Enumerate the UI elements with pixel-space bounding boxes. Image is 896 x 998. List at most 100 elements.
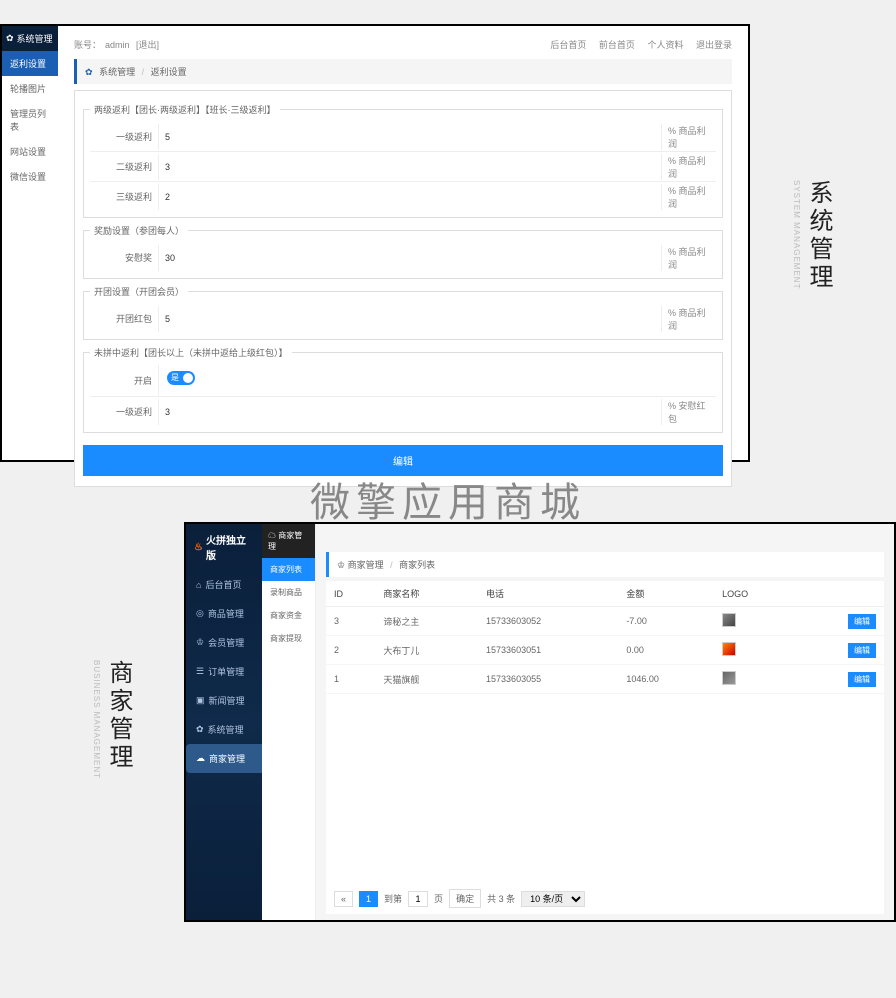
nav-system[interactable]: ✿ 系统管理 — [186, 715, 262, 744]
th-name: 商家名称 — [375, 581, 478, 607]
sidebar-item-carousel[interactable]: 轮播图片 — [2, 76, 58, 101]
td-amount: -7.00 — [618, 607, 714, 636]
panel2-main: ♔ 商家管理 / 商家列表 ID 商家名称 电话 金额 LOGO 3谛秘之主15… — [316, 524, 894, 920]
page-1[interactable]: 1 — [359, 891, 378, 907]
enable-toggle[interactable]: 是 — [167, 371, 195, 385]
form-area: 两级返利【团长·两级返利】【班长·三级返利】 一级返利% 商品利润 二级返利% … — [74, 90, 732, 487]
logo-thumb — [722, 613, 736, 627]
nav-label: 后台首页 — [205, 578, 241, 591]
order-icon: ☰ — [196, 666, 204, 677]
logout-link[interactable]: [退出] — [136, 40, 159, 50]
sidebar-item-rebate[interactable]: 返利设置 — [2, 51, 58, 76]
link-logout[interactable]: 退出登录 — [696, 40, 732, 50]
toggle-cell: 是 — [158, 365, 716, 396]
legend-bonus: 奖励设置（参团每人） — [90, 224, 188, 237]
fieldset-open: 开团设置（开团会员） 开团红包% 商品利润 — [83, 285, 723, 340]
td-id: 2 — [326, 636, 375, 665]
input-l1[interactable] — [158, 124, 662, 150]
logo-thumb — [722, 642, 736, 656]
link-profile[interactable]: 个人资料 — [647, 40, 683, 50]
business-management-panel: ♨ 火拼独立版 ⌂后台首页 ◎商品管理 ♔ 会员管理 ☰ 订单管理 ▣新闻管理 ✿ 系… — [184, 522, 896, 922]
suffix-consolation: % 商品利润 — [662, 245, 716, 271]
fieldset-rebate: 两级返利【团长·两级返利】【班长·三级返利】 一级返利% 商品利润 二级返利% … — [83, 103, 723, 218]
nav-label: 商品管理 — [208, 607, 244, 620]
label-l2: 二级返利 — [90, 152, 158, 181]
td-amount: 0.00 — [618, 636, 714, 665]
nav-products[interactable]: ◎商品管理 — [186, 599, 262, 628]
topbar-account: 账号：admin [退出] — [74, 38, 163, 51]
page-size-select[interactable]: 10 条/页 — [521, 891, 585, 907]
form-row: 开团红包% 商品利润 — [90, 304, 716, 333]
main-area: 账号：admin [退出] 后台首页 前台首页 个人资料 退出登录 ✿ 系统管理… — [58, 26, 748, 460]
input-consolation[interactable] — [158, 245, 662, 271]
sidebar-item-wechat[interactable]: 微信设置 — [2, 164, 58, 189]
person-icon: ♔ — [337, 560, 345, 570]
legend-open: 开团设置（开团会员） — [90, 285, 188, 298]
business-icon: ☁ — [196, 753, 205, 764]
nav-label: 订单管理 — [208, 665, 244, 678]
page-confirm[interactable]: 确定 — [449, 889, 481, 908]
page-prev[interactable]: « — [334, 891, 353, 907]
td-id: 1 — [326, 665, 375, 694]
table-row: 3谛秘之主15733603052-7.00编辑 — [326, 607, 884, 636]
sub-merchant-withdraw[interactable]: 商家提现 — [262, 627, 315, 650]
center-title: 微擎应用商城 — [0, 470, 896, 528]
submenu: ☁ 商家管理 商家列表 录制商品 商家资金 商家提现 — [262, 524, 316, 920]
bc-sep: / — [390, 560, 393, 570]
topbar: 账号：admin [退出] 后台首页 前台首页 个人资料 退出登录 — [74, 36, 732, 59]
form-row: 一级返利% 安慰红包 — [90, 397, 716, 426]
account-label: 账号： — [74, 40, 101, 50]
edit-button[interactable]: 编辑 — [848, 614, 876, 629]
nav-label: 商家管理 — [209, 752, 245, 765]
nav-label: 会员管理 — [208, 636, 244, 649]
sub-record-product[interactable]: 录制商品 — [262, 581, 315, 604]
table-row: 2大布丁儿157336030510.00 编辑 — [326, 636, 884, 665]
legend-rebate: 两级返利【团长·两级返利】【班长·三级返利】 — [90, 103, 280, 116]
sidebar-item-site[interactable]: 网站设置 — [2, 139, 58, 164]
sidebar-item-admins[interactable]: 管理员列表 — [2, 101, 58, 139]
member-icon: ♔ — [196, 637, 204, 648]
th-id: ID — [326, 581, 375, 607]
system-management-panel: ✿ 系统管理 返利设置 轮播图片 管理员列表 网站设置 微信设置 账号：admi… — [0, 24, 750, 462]
breadcrumb-sep: / — [142, 67, 145, 77]
th-amount: 金额 — [618, 581, 714, 607]
edit-button[interactable]: 编辑 — [848, 643, 876, 658]
brand: ♨ 火拼独立版 — [186, 524, 262, 570]
link-front-home[interactable]: 前台首页 — [599, 40, 635, 50]
gear-icon: ✿ — [6, 33, 14, 44]
suffix-l3: % 商品利润 — [662, 184, 716, 210]
nav-members[interactable]: ♔ 会员管理 — [186, 628, 262, 657]
page-unit: 页 — [434, 892, 443, 905]
fieldset-fail: 未拼中返利【团长以上（未拼中返给上级红包）】 开启 是 一级返利% 安慰红包 — [83, 346, 723, 433]
td-name: 谛秘之主 — [375, 607, 478, 636]
system-icon: ✿ — [196, 724, 204, 735]
form-row: 二级返利% 商品利润 — [90, 152, 716, 182]
nav-business[interactable]: ☁ 商家管理 — [186, 744, 262, 773]
td-name: 大布丁儿 — [375, 636, 478, 665]
td-phone: 15733603051 — [478, 636, 618, 665]
breadcrumb-a[interactable]: 系统管理 — [99, 67, 135, 77]
nav-home[interactable]: ⌂后台首页 — [186, 570, 262, 599]
input-open-bonus[interactable] — [158, 306, 662, 332]
table-area: ID 商家名称 电话 金额 LOGO 3谛秘之主15733603052-7.00… — [326, 581, 884, 883]
nav-news[interactable]: ▣新闻管理 — [186, 686, 262, 715]
link-admin-home[interactable]: 后台首页 — [550, 40, 586, 50]
bc2-a[interactable]: 商家管理 — [348, 560, 384, 570]
suffix-open-bonus: % 商品利润 — [662, 306, 716, 332]
input-l3[interactable] — [158, 184, 662, 210]
nav-label: 系统管理 — [208, 723, 244, 736]
edit-button[interactable]: 编辑 — [848, 672, 876, 687]
td-amount: 1046.00 — [618, 665, 714, 694]
input-l2[interactable] — [158, 154, 662, 180]
nav-orders[interactable]: ☰ 订单管理 — [186, 657, 262, 686]
page-input[interactable] — [408, 891, 428, 907]
td-id: 3 — [326, 607, 375, 636]
td-logo — [714, 607, 797, 636]
sub-merchant-list[interactable]: 商家列表 — [262, 558, 315, 581]
table-row: 1天猫旗舰157336030551046.00编辑 — [326, 665, 884, 694]
sub-merchant-funds[interactable]: 商家资金 — [262, 604, 315, 627]
nav-label: 新闻管理 — [209, 694, 245, 707]
main-nav: ♨ 火拼独立版 ⌂后台首页 ◎商品管理 ♔ 会员管理 ☰ 订单管理 ▣新闻管理 ✿ 系… — [186, 524, 262, 920]
input-fail-l1[interactable] — [158, 399, 662, 425]
topbar-links: 后台首页 前台首页 个人资料 退出登录 — [540, 38, 732, 51]
